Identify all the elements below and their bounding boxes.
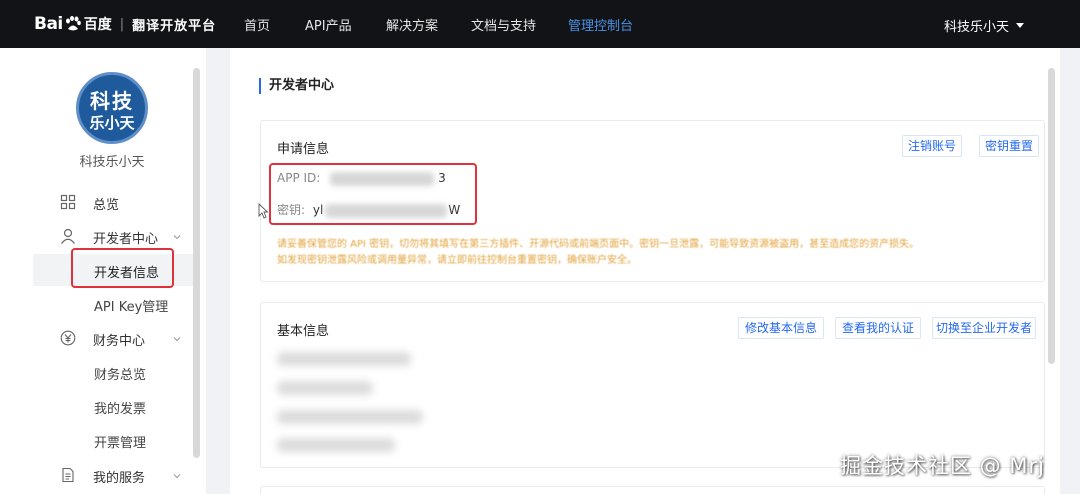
page-title: 开发者中心 — [259, 78, 334, 94]
user-menu[interactable]: 科技乐小天 — [944, 16, 1024, 35]
sidebar-item-finance-overview[interactable]: 财务总览 — [0, 356, 193, 388]
security-notice-line1: 请妥善保管您的 API 密钥，切勿将其填写在第三方插件、开源代码或前端页面中。密… — [277, 239, 920, 250]
redacted-info-line — [277, 352, 411, 366]
document-icon — [60, 467, 76, 483]
highlight-box-dev-info — [71, 248, 174, 288]
avatar: 科技 乐小天 — [76, 72, 148, 144]
baidu-logo[interactable]: Bai 百度 | 翻译开放平台 — [34, 12, 216, 36]
logo-cn: 百度 — [83, 17, 112, 33]
nav-console[interactable]: 管理控制台 — [568, 0, 633, 48]
sidebar-item-api-key[interactable]: API Key管理 — [0, 288, 193, 320]
grid-icon — [60, 194, 76, 210]
paw-icon — [64, 15, 82, 33]
cancel-account-button[interactable]: 注销账号 — [902, 135, 962, 157]
edit-basic-info-button[interactable]: 修改基本信息 — [738, 317, 824, 339]
main-scrollbar[interactable] — [1048, 68, 1055, 364]
caret-down-icon — [1016, 23, 1024, 28]
nav-home[interactable]: 首页 — [244, 0, 270, 48]
reset-key-button[interactable]: 密钥重置 — [979, 135, 1039, 157]
sidebar-scrollbar[interactable] — [193, 68, 200, 458]
platform-name: 翻译开放平台 — [132, 18, 217, 34]
apply-info-title: 申请信息 — [277, 142, 330, 157]
sidebar-item-finance-center[interactable]: 财务中心 — [0, 322, 193, 354]
basic-info-title: 基本信息 — [277, 324, 330, 339]
redacted-info-line — [277, 410, 423, 424]
chevron-down-icon — [173, 230, 181, 240]
highlight-box-credentials — [269, 163, 477, 225]
sidebar-item-my-invoices[interactable]: 我的发票 — [0, 390, 193, 422]
logo-text: Bai — [34, 14, 63, 34]
top-nav-bar: Bai 百度 | 翻译开放平台 首页 API产品 解决方案 文档与支持 管理控制… — [0, 0, 1080, 48]
chevron-down-icon — [173, 332, 181, 342]
user-name: 科技乐小天 — [943, 20, 1009, 35]
sidebar-item-overview[interactable]: 总览 — [0, 186, 193, 218]
yen-icon — [60, 330, 76, 346]
switch-enterprise-button[interactable]: 切换至企业开发者 — [932, 317, 1036, 339]
sidebar-item-my-services[interactable]: 我的服务 — [0, 459, 193, 491]
redacted-info-line — [277, 381, 373, 395]
mouse-cursor-icon — [258, 202, 269, 219]
view-verification-button[interactable]: 查看我的认证 — [835, 317, 921, 339]
watermark: 掘金技术社区 @ Mrj — [840, 454, 1045, 478]
redacted-info-line — [277, 438, 395, 452]
logo-separator: | — [119, 16, 125, 32]
nav-solutions[interactable]: 解决方案 — [386, 0, 438, 48]
security-notice-line2: 如发现密钥泄露风险或调用量异常，请立即前往控制台重置密钥，确保账户安全。 — [277, 255, 637, 266]
user-icon — [60, 228, 76, 244]
sidebar-username: 科技乐小天 — [79, 155, 145, 170]
sidebar-item-invoice-management[interactable]: 开票管理 — [0, 424, 193, 456]
nav-docs-support[interactable]: 文档与支持 — [471, 0, 536, 48]
next-card — [260, 486, 1045, 494]
nav-api-products[interactable]: API产品 — [305, 0, 352, 48]
chevron-down-icon — [173, 469, 181, 479]
